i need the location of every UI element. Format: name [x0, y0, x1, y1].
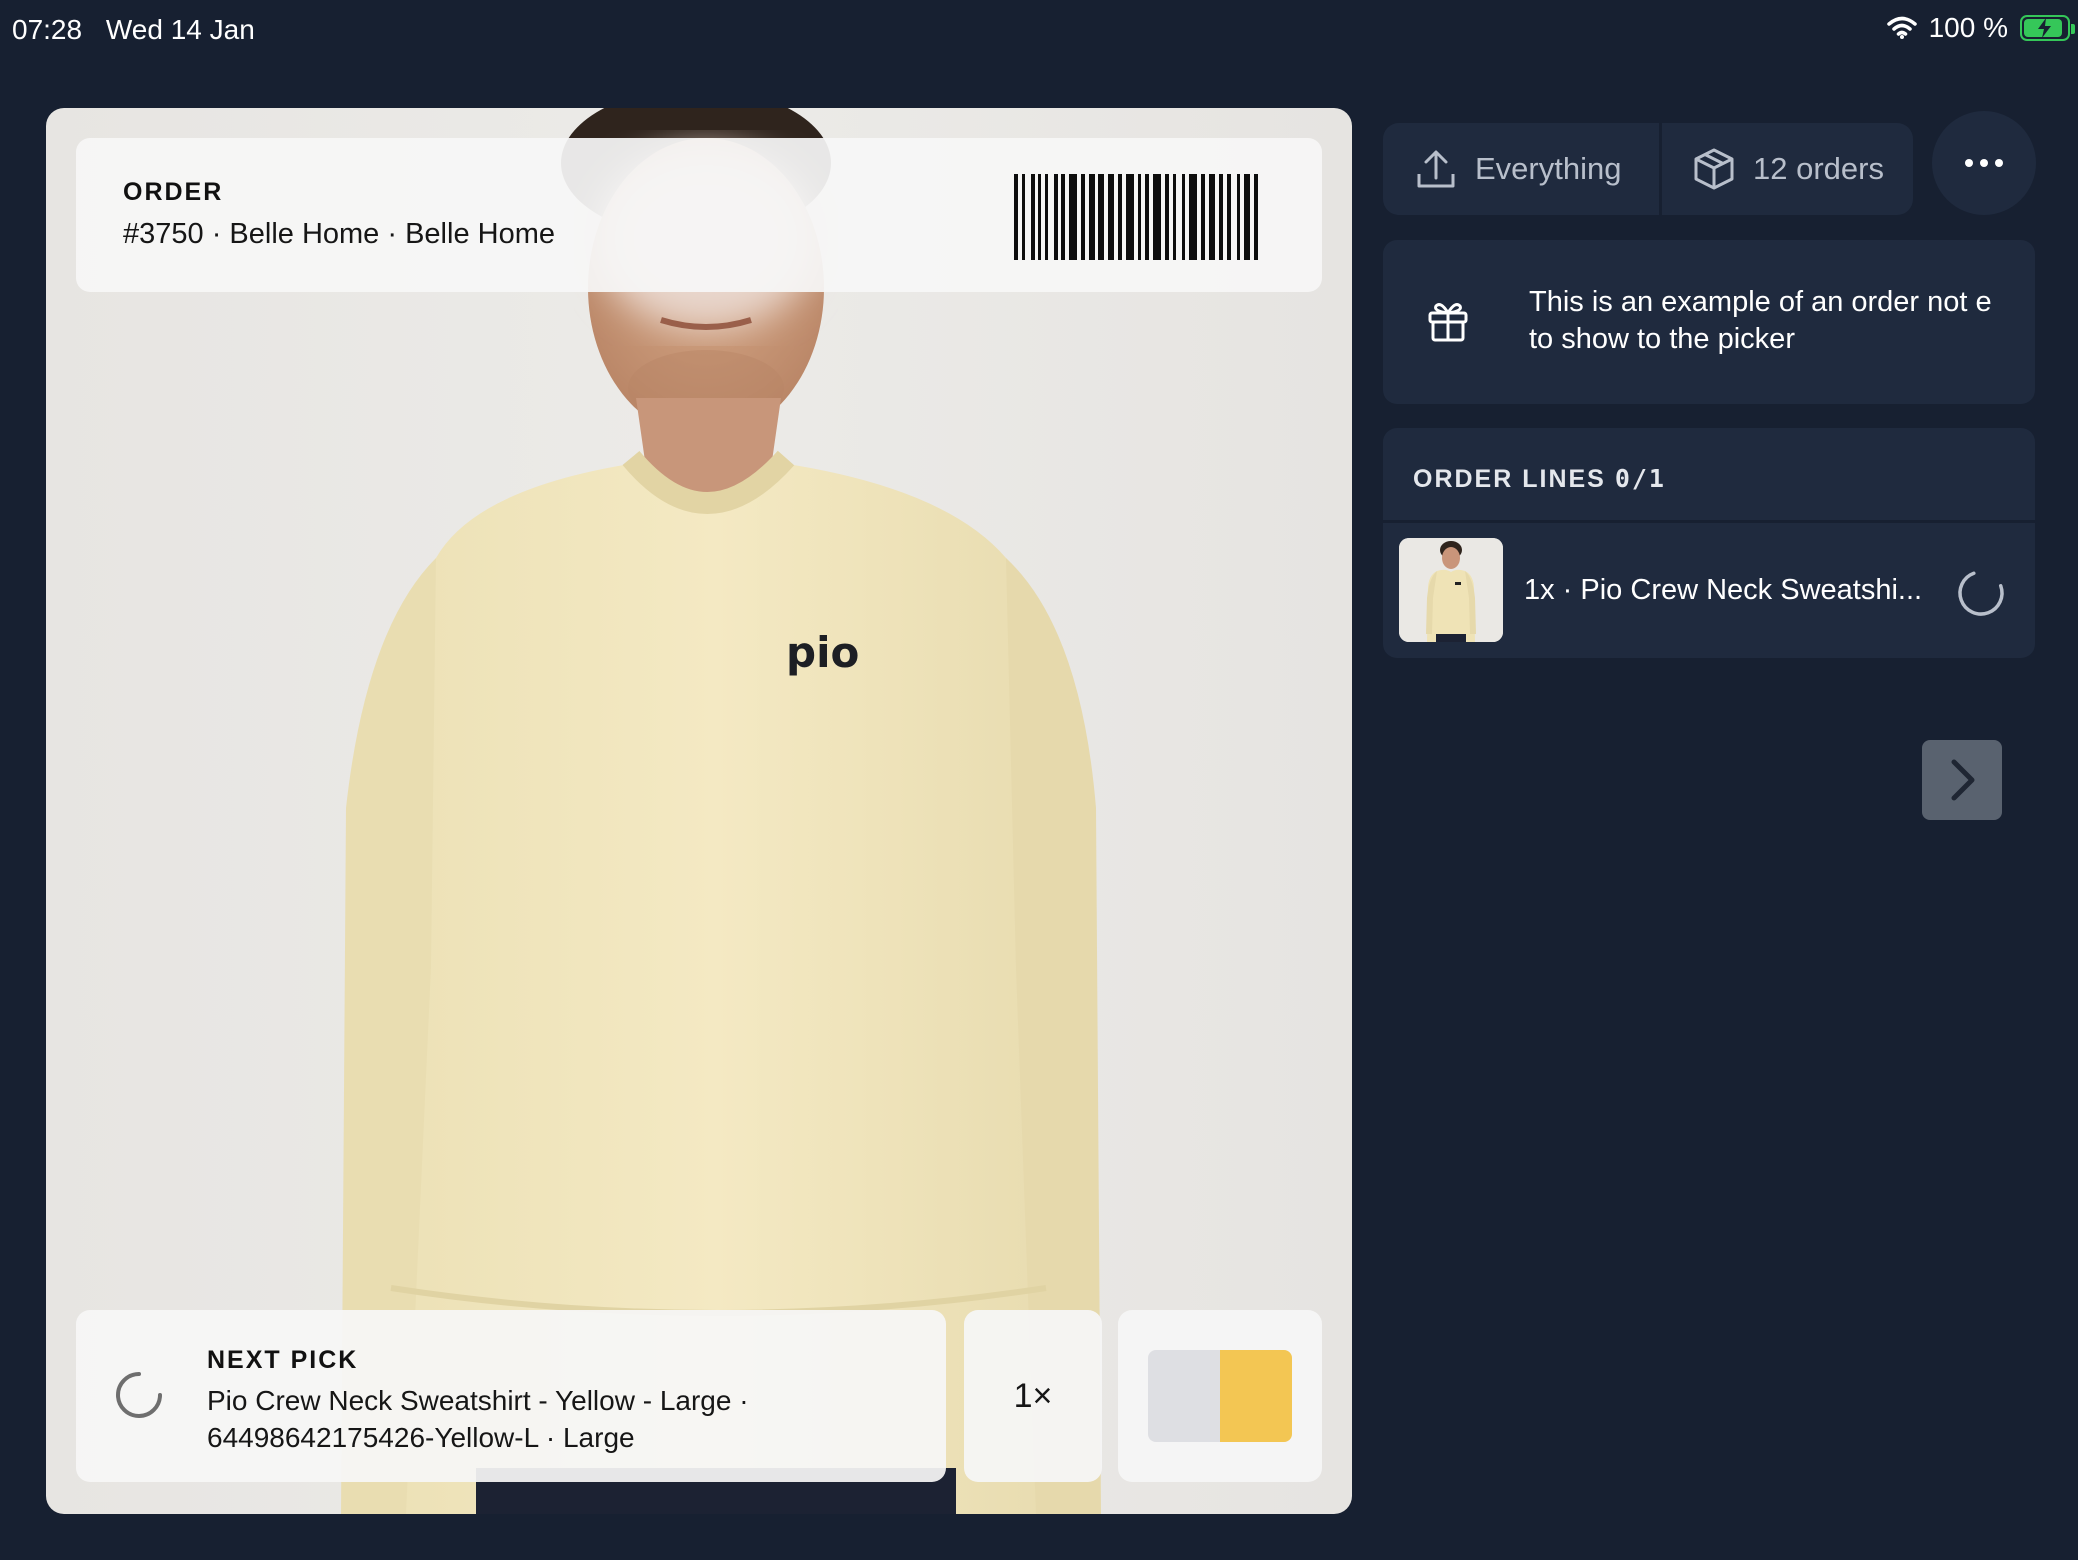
next-pick-card[interactable]: NEXT PICK Pio Crew Neck Sweatshirt - Yel… [76, 1310, 946, 1482]
order-lines-card: ORDER LINES 0/1 1x · Pio Crew Neck Sweat… [1383, 428, 2035, 658]
status-left: 07:28 Wed 14 Jan [12, 14, 271, 46]
upload-icon [1417, 150, 1455, 188]
order-note-card: This is an example of an order not e to … [1383, 240, 2035, 404]
barcode-bar [1054, 174, 1058, 260]
order-label: ORDER [123, 178, 224, 206]
barcode-bar [1219, 174, 1223, 260]
loading-spinner-icon [1958, 571, 2004, 616]
barcode-bar [1153, 174, 1161, 260]
order-lines-header: ORDER LINES 0/1 [1413, 464, 1666, 494]
scope-button[interactable]: Everything [1415, 123, 1621, 215]
battery-icon [2020, 15, 2075, 41]
barcode-bar [1118, 174, 1122, 260]
order-line-text: 1x · Pio Crew Neck Sweatshi... [1524, 574, 1923, 606]
status-right: 100 % [1886, 12, 2075, 44]
barcode-bar [1182, 174, 1185, 260]
barcode-bar [1089, 174, 1095, 260]
order-line-thumbnail [1399, 538, 1503, 642]
barcode-bar [1227, 174, 1231, 260]
product-image-panel: pio ORDER #3750 · Belle Home · Belle Hom… [46, 108, 1352, 1514]
wifi-icon [1886, 16, 1917, 39]
next-pick-description: Pio Crew Neck Sweatshirt - Yellow - Larg… [207, 1385, 749, 1453]
color-swatch-card[interactable] [1118, 1310, 1322, 1482]
next-button[interactable] [1922, 740, 2002, 820]
barcode-bar [1201, 174, 1205, 260]
barcode-bar [1209, 174, 1215, 260]
order-line-row[interactable]: 1x · Pio Crew Neck Sweatshi... [1383, 524, 2035, 658]
chevron-right-icon [1951, 759, 1975, 801]
box-icon [1694, 148, 1734, 190]
barcode-bar [1126, 174, 1134, 260]
order-barcode [1014, 174, 1258, 260]
color-swatch-yellow [1220, 1350, 1292, 1442]
barcode-bar [1138, 174, 1141, 260]
more-options-button[interactable] [1932, 111, 2036, 215]
barcode-bar [1014, 174, 1018, 260]
barcode-bar [1173, 174, 1176, 260]
next-pick-label: NEXT PICK [207, 1346, 359, 1374]
order-lines-divider [1383, 520, 2035, 523]
ellipsis-icon [1965, 159, 2003, 167]
barcode-bar [1022, 174, 1025, 260]
status-date: Wed 14 Jan [105, 14, 255, 45]
barcode-bar [1098, 174, 1104, 260]
scope-label: Everything [1475, 151, 1622, 186]
barcode-bar [1189, 174, 1197, 260]
orders-label: 12 orders [1753, 151, 1884, 186]
order-info: #3750 · Belle Home · Belle Home [123, 218, 555, 250]
loading-spinner-icon [116, 1372, 162, 1418]
product-photo [341, 108, 1101, 1514]
barcode-bar [1038, 174, 1041, 260]
color-swatch-grey [1148, 1350, 1220, 1442]
order-lines-count: 0/1 [1614, 464, 1666, 493]
toolbar-divider [1659, 123, 1662, 215]
status-time: 07:28 [12, 14, 83, 45]
orders-button[interactable]: 12 orders [1693, 123, 1884, 215]
barcode-bar [1061, 174, 1065, 260]
barcode-bar [1145, 174, 1149, 260]
barcode-bar [1081, 174, 1085, 260]
barcode-bar [1108, 174, 1114, 260]
barcode-bar [1045, 174, 1048, 260]
barcode-bar [1244, 174, 1250, 260]
barcode-bar [1165, 174, 1169, 260]
order-note-text: This is an example of an order not e to … [1529, 286, 1992, 355]
barcode-bar [1069, 174, 1077, 260]
barcode-bar [1237, 174, 1240, 260]
barcode-bar [1031, 174, 1035, 260]
battery-percent: 100 % [1928, 12, 2008, 43]
order-header-card: ORDER #3750 · Belle Home · Belle Home [76, 138, 1322, 292]
product-logo: pio [786, 628, 860, 677]
toolbar: Everything 12 orders [1383, 123, 1913, 215]
gift-icon [1428, 303, 1468, 342]
order-lines-title: ORDER LINES [1413, 465, 1606, 493]
barcode-bar [1254, 174, 1258, 260]
status-bar: 07:28 Wed 14 Jan 100 % [0, 0, 2078, 60]
pick-quantity[interactable]: 1× [964, 1310, 1102, 1482]
